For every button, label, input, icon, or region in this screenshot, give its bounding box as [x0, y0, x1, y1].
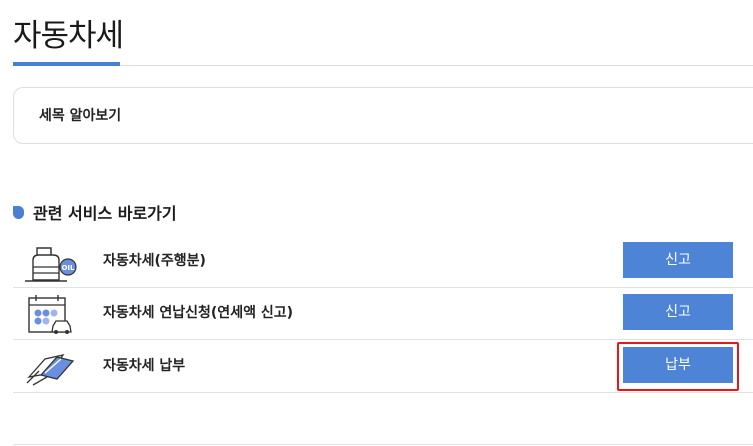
section-bullet-icon: [13, 206, 24, 219]
svg-text:OIL: OIL: [61, 264, 75, 272]
mileage-tax-report-button[interactable]: 신고: [623, 242, 733, 278]
service-row-mileage-tax: OIL 자동차세(주행분) 신고: [13, 236, 753, 288]
fuel-tank-oil-icon: OIL: [25, 247, 77, 282]
annual-payment-report-button[interactable]: 신고: [623, 294, 733, 330]
title-divider: [120, 65, 753, 66]
title-underline: [13, 62, 120, 66]
service-row-annual-payment: 자동차세 연납신청(연세액 신고) 신고: [13, 288, 753, 340]
calendar-car-icon: [28, 295, 72, 334]
related-services-title: 관련 서비스 바로가기: [33, 204, 177, 223]
tax-info-label: 세목 알아보기: [39, 108, 122, 124]
service-label: 자동차세 연납신청(연세액 신고): [103, 305, 293, 321]
service-row-tax-payment: 자동차세 납부 납부: [13, 341, 753, 393]
service-label: 자동차세 납부: [103, 358, 186, 374]
bottom-divider: [13, 444, 753, 445]
card-payment-icon: [26, 354, 75, 386]
tax-info-box[interactable]: 세목 알아보기: [13, 87, 753, 144]
page-title: 자동차세: [13, 18, 124, 54]
service-label: 자동차세(주행분): [103, 253, 206, 269]
tax-payment-button[interactable]: 납부: [623, 347, 733, 383]
